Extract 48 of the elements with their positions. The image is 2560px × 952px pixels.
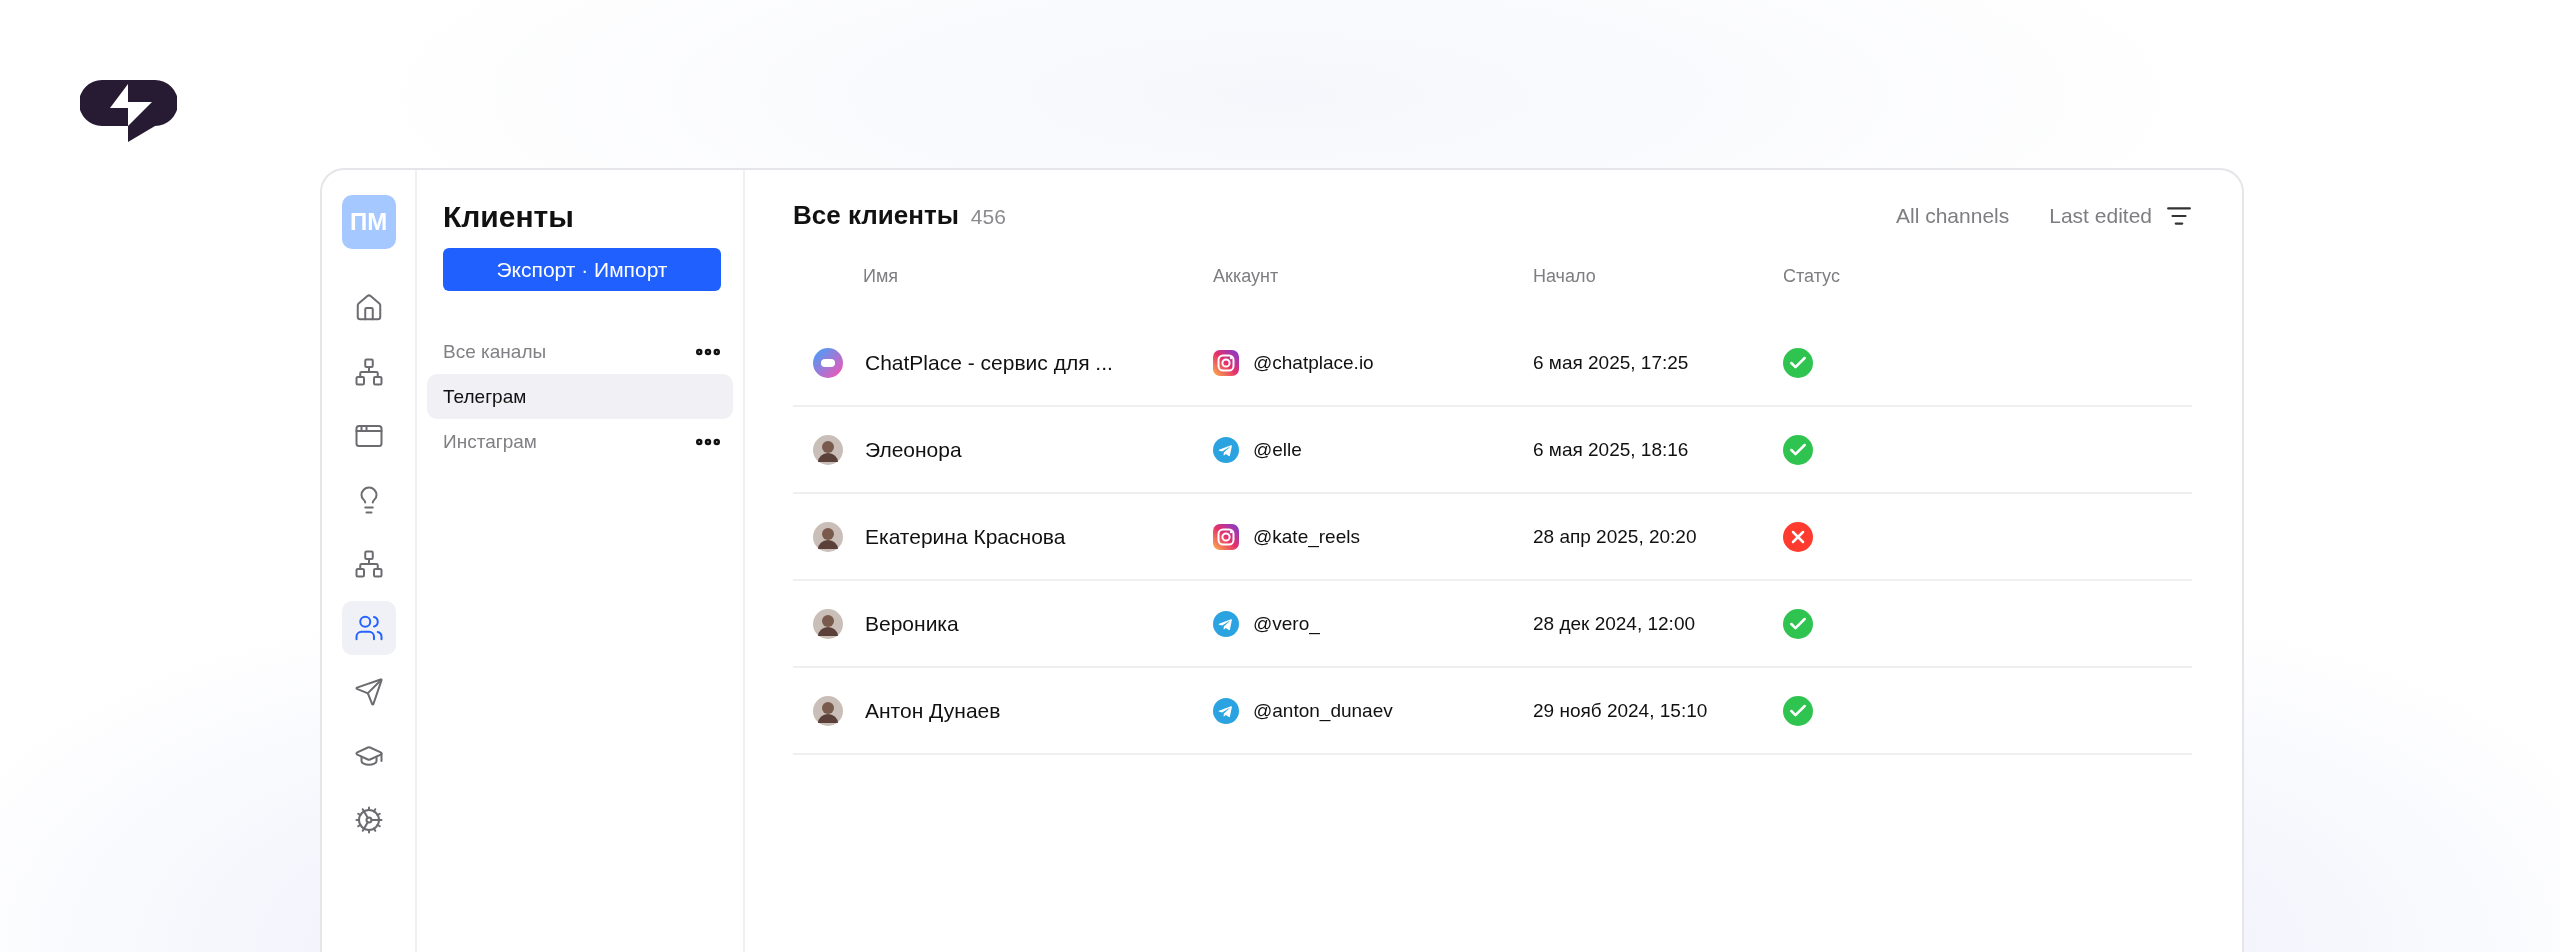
start-date: 6 мая 2025, 18:16 [1533,439,1689,461]
hierarchy-icon [353,357,384,387]
channel-item[interactable]: Телеграм [427,374,733,419]
sort-button[interactable]: Last edited [2049,202,2192,229]
telegram-icon [1213,437,1239,463]
start-date: 28 дек 2024, 12:00 [1533,613,1696,635]
start-date: 6 мая 2025, 17:25 [1533,352,1689,374]
channel-label: Все каналы [443,340,547,363]
start-date: 29 нояб 2024, 15:10 [1533,700,1708,722]
telegram-icon [1213,698,1239,724]
avatar [813,435,843,465]
column-header: Начало [1533,265,1596,287]
account-handle: @anton_dunaev [1253,700,1393,722]
account-handle: @elle [1253,439,1302,461]
account-handle: @chatplace.io [1253,352,1374,374]
channel-label: Инстаграм [443,430,537,453]
page-title: Все клиенты [793,200,959,230]
account-handle: @vero_ [1253,613,1320,635]
start-date: 28 апр 2025, 20:20 [1533,526,1697,548]
channel-item[interactable]: Инстаграм [427,419,733,464]
client-name: ChatPlace - сервис для ... [865,351,1113,375]
avatar [813,609,843,639]
channel-item[interactable]: Все каналы [427,329,733,374]
instagram-icon [1213,524,1239,550]
settings-icon [353,805,384,835]
logo-icon [80,80,177,142]
client-name: Элеонора [865,438,962,462]
client-name: Антон Дунаев [865,699,1001,723]
telegram-icon [1213,611,1239,637]
client-count: 456 [970,205,1006,228]
column-header: Аккаунт [1213,265,1279,287]
column-header: Статус [1783,265,1840,287]
panel-title: Клиенты [442,200,575,234]
users-icon [353,613,384,643]
export-import-button[interactable]: Экспорт · Импорт [443,248,721,291]
logo-avatar-icon [813,348,843,378]
column-header: Имя [863,265,899,287]
channel-filter[interactable]: All channels [1896,203,2010,228]
hierarchy-icon [353,549,384,579]
avatar [813,696,843,726]
account-handle: @kate_reels [1253,526,1360,548]
instagram-icon [1213,350,1239,376]
client-name: Вероника [865,612,959,636]
users-button[interactable] [341,601,396,655]
client-name: Екатерина Краснова [865,525,1066,549]
send-icon [353,677,384,707]
channel-label: Телеграм [443,385,527,408]
avatar [813,522,843,552]
